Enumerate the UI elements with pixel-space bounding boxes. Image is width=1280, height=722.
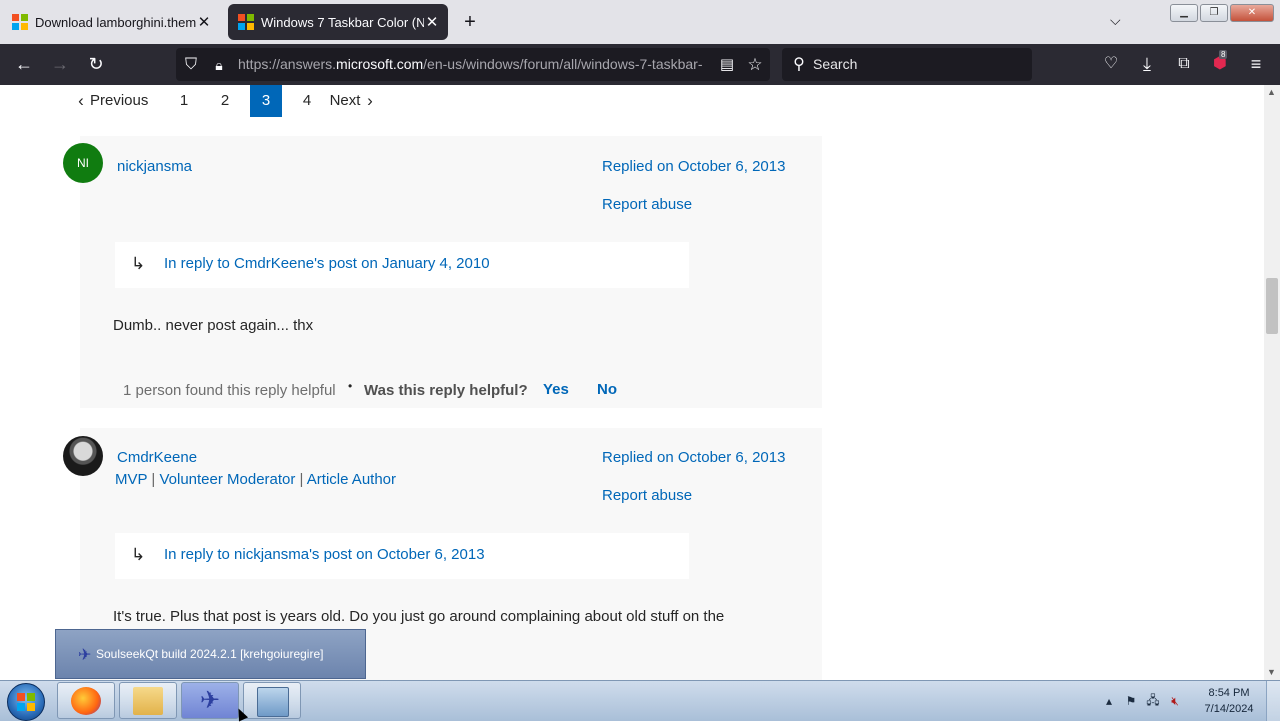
extensions-icon[interactable]: ⧉ [1173,53,1195,75]
reply-arrow-icon: ↳ [131,545,146,564]
forward-arrow-icon[interactable]: → [49,53,71,75]
pocket-icon[interactable]: ♡ [1100,53,1122,75]
avatar[interactable] [63,436,103,476]
firefox-icon [71,687,101,715]
in-reply-to-link[interactable]: In reply to nickjansma's post on October… [164,546,485,563]
taskbar-thumbnail-popup[interactable]: ✈ SoulseekQt build 2024.2.1 [krehgoiureg… [55,629,366,679]
helpful-count: 1 person found this reply helpful [123,382,336,399]
role-mvp[interactable]: MVP [115,471,147,488]
reply-date[interactable]: Replied on October 6, 2013 [602,449,785,466]
menu-hamburger-icon[interactable]: ≡ [1245,53,1267,75]
helpful-no-button[interactable]: No [597,381,617,398]
scrollbar-thumb[interactable] [1266,278,1278,334]
page-content: ‹ Previous 1 2 3 4 Next › NI nickjansma … [0,85,1264,680]
search-icon: ⚲ [793,56,805,73]
start-button[interactable] [7,683,45,721]
tab-windows-7-taskbar-color[interactable]: Windows 7 Taskbar Color (Not ✕ [228,4,448,40]
helpful-yes-button[interactable]: Yes [543,381,569,398]
list-all-tabs-chevron-down-icon[interactable]: ⌵ [1110,12,1121,29]
taskbar-control-panel-button[interactable] [243,682,301,719]
role-volunteer-moderator[interactable]: Volunteer Moderator [159,471,295,488]
post-body: It's true. Plus that post is years old. … [113,608,725,625]
bookmark-star-icon[interactable]: ☆ [744,54,766,76]
tab-close-icon[interactable]: ✕ [424,13,440,31]
pagination-page-3-current[interactable]: 3 [250,85,282,117]
reply-date[interactable]: Replied on October 6, 2013 [602,158,785,175]
system-clock[interactable]: 8:54 PM 7/14/2024 [1196,685,1262,717]
back-arrow-icon[interactable]: ← [13,53,35,75]
search-input[interactable]: ⚲ Search [782,48,1032,81]
soulseek-bird-icon: ✈ [199,687,221,714]
windows-logo-icon [17,693,35,711]
network-icon[interactable]: 🖧︎ [1142,691,1164,712]
post-author[interactable]: nickjansma [117,158,192,175]
popup-window-title: SoulseekQt build 2024.2.1 [krehgoiuregir… [96,647,324,661]
in-reply-to-box: ↳ In reply to CmdrKeene's post on Januar… [115,242,689,288]
lock-icon[interactable]: 🔒︎ [208,54,230,76]
in-reply-to-box: ↳ In reply to nickjansma's post on Octob… [115,533,689,579]
close-window-button[interactable]: ✕ [1230,4,1274,22]
clock-date: 7/14/2024 [1204,703,1254,715]
tab-close-icon[interactable]: ✕ [196,13,212,31]
tab-title: Windows 7 Taskbar Color (Not [261,14,424,30]
reply-arrow-icon: ↳ [131,254,146,273]
taskbar-soulseek-button[interactable]: ✈ [181,682,239,719]
pagination-page-1[interactable]: 1 [168,85,200,117]
pagination-page-4[interactable]: 4 [291,85,323,117]
reader-view-icon[interactable]: ▤ [716,54,738,76]
address-bar[interactable]: ⛉ 🔒︎ https://answers.microsoft.com/en-us… [176,48,770,81]
pagination: ‹ Previous 1 2 3 4 Next › [72,85,376,117]
extension-badge-count: 8 [1219,50,1228,59]
taskbar-firefox-button[interactable] [57,682,115,719]
page-scrollbar[interactable]: ▲ ▼ [1264,85,1280,680]
helpful-question: Was this reply helpful? [364,382,528,399]
tab-title: Download lamborghini.themep [35,14,196,30]
minimize-button[interactable]: ▁ [1170,4,1198,22]
avatar[interactable]: NI [63,143,103,183]
taskbar-explorer-button[interactable] [119,682,177,719]
report-abuse-link[interactable]: Report abuse [602,487,692,504]
action-center-flag-icon[interactable]: ⚑ [1120,694,1142,708]
role-separator: | [147,471,160,488]
search-placeholder: Search [813,56,858,72]
author-roles: MVP | Volunteer Moderator | Article Auth… [115,471,396,488]
clock-time: 8:54 PM [1208,687,1250,699]
post-author[interactable]: CmdrKeene [117,449,197,466]
soulseek-bird-icon: ✈ [78,647,92,664]
report-abuse-link[interactable]: Report abuse [602,196,692,213]
window-controls: ▁ ❐ ✕ [1168,4,1274,22]
pagination-previous[interactable]: Previous [90,85,168,117]
folder-icon [133,687,163,715]
volume-muted-icon[interactable]: 🔇︎ [1164,694,1186,709]
in-reply-to-link[interactable]: In reply to CmdrKeene's post on January … [164,255,490,272]
url-text[interactable]: https://answers.microsoft.com/en-us/wind… [238,56,706,72]
show-desktop-button[interactable] [1266,681,1280,721]
reload-icon[interactable]: ↻ [85,53,107,75]
restore-button[interactable]: ❐ [1200,4,1228,22]
tab-strip: Download lamborghini.themep ✕ Windows 7 … [0,0,1280,44]
scroll-down-arrow-icon[interactable]: ▼ [1267,667,1276,677]
role-article-author[interactable]: Article Author [307,471,396,488]
scroll-up-arrow-icon[interactable]: ▲ [1267,87,1276,97]
post-body: Dumb.. never post again... thx [113,317,314,334]
separator-dot: • [348,379,353,393]
tab-download-lamborghini[interactable]: Download lamborghini.themep ✕ [2,4,220,40]
microsoft-logo-icon [238,14,254,30]
microsoft-logo-icon [12,14,28,30]
pagination-page-2[interactable]: 2 [209,85,241,117]
navigation-toolbar: ← → ↻ ⛉ 🔒︎ https://answers.microsoft.com… [0,44,1280,85]
show-hidden-icons-chevron-up-icon[interactable]: ▴ [1098,694,1120,708]
role-separator: | [295,471,307,488]
monitor-icon [257,687,289,717]
pagination-next[interactable]: Next [326,85,364,117]
new-tab-button[interactable]: + [458,10,482,34]
notification-area: ▴ ⚑ 🖧︎ 🔇︎ [1098,681,1186,721]
chevron-right-icon[interactable]: › [364,85,376,117]
windows-taskbar: ✈ ▴ ⚑ 🖧︎ 🔇︎ 8:54 PM 7/14/2024 [0,680,1280,721]
shield-icon[interactable]: ⛉ [180,54,202,76]
chevron-left-icon[interactable]: ‹ [72,85,90,117]
downloads-icon[interactable]: ⤓ [1136,53,1158,75]
